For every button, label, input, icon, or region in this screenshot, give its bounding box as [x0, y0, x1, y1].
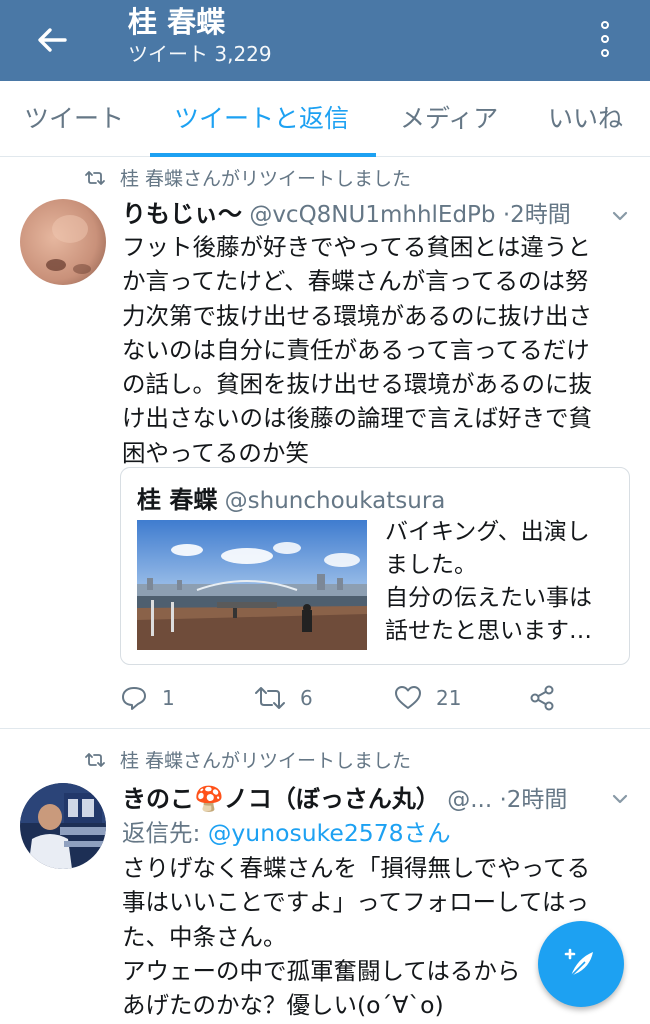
more-options-button[interactable]	[588, 14, 622, 64]
tweet-text-line: の話し。貧困を抜け出せる環境があるのに抜	[122, 370, 592, 399]
tab-media[interactable]: メディア	[400, 81, 498, 157]
quoted-author: 桂 春蝶 @shunchoukatsura	[137, 480, 445, 515]
author-name[interactable]: きのこ🍄ノコ（ぼっさん丸）	[122, 785, 440, 813]
chevron-down-icon[interactable]	[610, 789, 630, 809]
compose-tweet-button[interactable]	[538, 921, 624, 1007]
app-bar: 桂 春蝶 ツイート 3,229	[0, 0, 650, 81]
author-handle[interactable]: @...	[447, 787, 492, 813]
reply-count: 1	[162, 686, 175, 710]
quoted-text-line: ました。	[385, 552, 477, 578]
dot-icon	[601, 21, 609, 29]
tweet-text-line: 事はいいことですよ」ってフォローしてはっ	[122, 888, 589, 917]
quoted-image[interactable]	[137, 520, 367, 650]
author-handle[interactable]: @vcQ8NU1mhhlEdPb	[249, 202, 495, 228]
dot-icon	[601, 35, 609, 43]
quoted-text-line: バイキング、出演し	[385, 519, 590, 545]
share-button[interactable]	[528, 677, 556, 719]
quoted-author-handle: @shunchoukatsura	[224, 488, 446, 514]
reply-to-prefix: 返信先:	[122, 819, 208, 847]
avatar-image	[20, 783, 106, 869]
retweet-icon	[85, 752, 105, 767]
back-button[interactable]	[30, 18, 74, 62]
retweet-button[interactable]: 6	[254, 677, 313, 719]
tweet-text-line: さりげなく春蝶さんを「損得無しでやってる	[122, 854, 591, 882]
tweet-header: りもじぃ〜 @vcQ8NU1mhhlEdPb ·2時間	[122, 197, 642, 231]
author-name[interactable]: りもじぃ〜	[122, 200, 242, 228]
tweet-header: きのこ🍄ノコ（ぼっさん丸） @... ·2時間	[122, 782, 642, 816]
reply-to-handle[interactable]: @yunosuke2578さん	[208, 819, 451, 847]
arrow-left-icon	[38, 28, 67, 52]
quoted-text: バイキング、出演し ました。 自分の伝えたい事は 話せたと思います…	[385, 516, 621, 648]
reply-to: 返信先: @yunosuke2578さん	[122, 816, 451, 850]
like-count: 21	[436, 686, 462, 710]
dot-icon	[601, 49, 609, 57]
retweet-icon	[255, 687, 285, 709]
tweet-actions: 1 6 21	[120, 677, 640, 719]
tab-tweets[interactable]: ツイート	[24, 81, 124, 157]
retweet-label: 桂 春蝶さんがリツイートしました	[84, 746, 411, 773]
share-icon	[530, 685, 554, 711]
retweet-label-text: 桂 春蝶さんがリツイートしました	[120, 750, 412, 772]
tweet-text-line: 力次第で抜け出せる環境があるのに抜け出さ	[122, 301, 592, 330]
avatar[interactable]	[20, 199, 106, 285]
reply-button[interactable]: 1	[120, 677, 175, 719]
tab-tweets-and-replies[interactable]: ツイートと返信	[174, 81, 349, 157]
active-tab-indicator	[150, 153, 376, 157]
tab-likes[interactable]: いいね	[548, 81, 623, 157]
reply-icon	[122, 687, 146, 710]
tweet-text-line: け出さないのは後藤の論理で言えば好きで貧	[122, 404, 592, 433]
tweet-divider	[0, 728, 650, 729]
tweet-text-line: ないのは自分に責任があるって言ってるだけ	[122, 335, 590, 364]
retweet-count: 6	[300, 686, 313, 710]
quoted-text-line: 話せたと思います…	[385, 618, 592, 644]
tweet-time[interactable]: 2時間	[507, 787, 568, 813]
tweet-text-line: フット後藤が好きでやってる貧困とは違うと	[122, 233, 591, 261]
tweet-text-line: 困やってるのか笑	[122, 438, 309, 467]
retweet-icon	[85, 170, 105, 185]
separator: ·	[499, 787, 507, 813]
quoted-author-name: 桂 春蝶	[137, 486, 218, 514]
quoted-text-line: 自分の伝えたい事は	[385, 585, 592, 611]
tweet-text-line: か言ってたけど、春蝶さんが言ってるのは努	[122, 267, 589, 296]
chevron-down-icon[interactable]	[610, 206, 630, 226]
harbor-photo	[137, 520, 367, 650]
tweet-text: フット後藤が好きでやってる貧困とは違うと か言ってたけど、春蝶さんが言ってるのは…	[122, 230, 638, 470]
retweet-label: 桂 春蝶さんがリツイートしました	[84, 164, 411, 191]
profile-tabs: ツイート ツイートと返信 メディア いいね	[0, 81, 650, 157]
quoted-tweet[interactable]: 桂 春蝶 @shunchoukatsura バイキング、出演し ました。 自分の…	[120, 467, 630, 665]
avatar-image	[20, 199, 106, 285]
retweet-label-text: 桂 春蝶さんがリツイートしました	[120, 168, 412, 190]
avatar[interactable]	[20, 783, 106, 869]
compose-feather-icon	[564, 948, 593, 977]
tweet-time[interactable]: 2時間	[510, 202, 571, 228]
like-button[interactable]: 21	[394, 677, 461, 719]
tweet-count: ツイート 3,229	[128, 42, 272, 66]
page-title: 桂 春蝶	[128, 5, 226, 39]
heart-icon	[395, 686, 421, 709]
